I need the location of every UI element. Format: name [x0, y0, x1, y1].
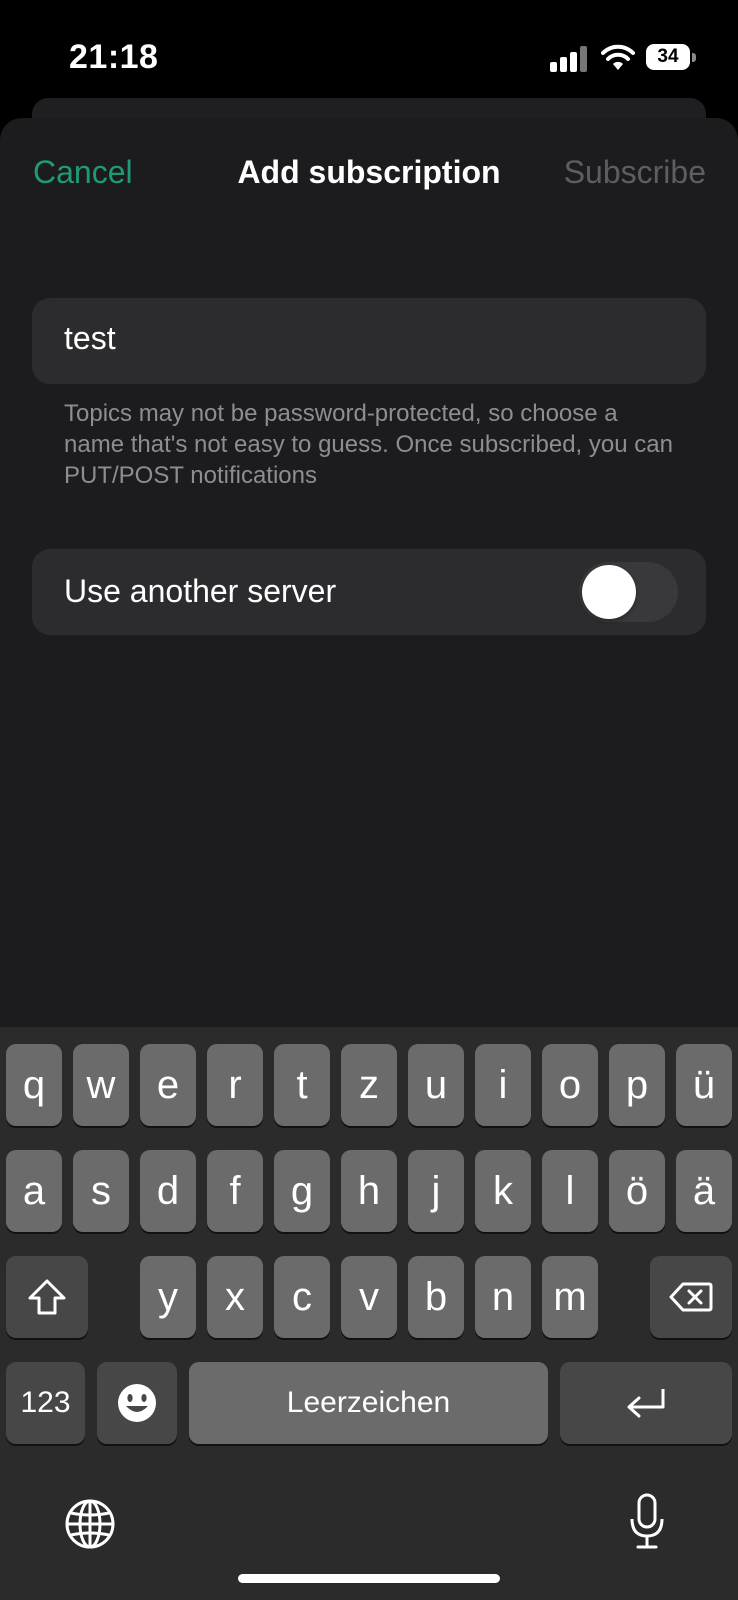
key-u-umlaut[interactable]: ü: [676, 1044, 732, 1126]
key-p[interactable]: p: [609, 1044, 665, 1126]
key-v[interactable]: v: [341, 1256, 397, 1338]
topic-input[interactable]: test: [32, 298, 706, 384]
emoji-key[interactable]: [97, 1362, 177, 1444]
microphone-icon[interactable]: [627, 1492, 667, 1552]
key-x[interactable]: x: [207, 1256, 263, 1338]
key-n[interactable]: n: [475, 1256, 531, 1338]
key-r[interactable]: r: [207, 1044, 263, 1126]
key-i[interactable]: i: [475, 1044, 531, 1126]
key-t[interactable]: t: [274, 1044, 330, 1126]
emoji-icon: [118, 1384, 156, 1422]
topic-hint-text: Topics may not be password-protected, so…: [64, 400, 673, 489]
key-l[interactable]: l: [542, 1150, 598, 1232]
key-o[interactable]: o: [542, 1044, 598, 1126]
key-z[interactable]: z: [341, 1044, 397, 1126]
globe-icon[interactable]: [64, 1498, 116, 1550]
use-another-server-label: Use another server: [64, 573, 337, 609]
status-bar: 21:18 34: [0, 0, 738, 110]
key-f[interactable]: f: [207, 1150, 263, 1232]
toggle-knob: [582, 565, 636, 619]
key-s[interactable]: s: [73, 1150, 129, 1232]
key-u[interactable]: u: [408, 1044, 464, 1126]
key-q[interactable]: q: [6, 1044, 62, 1126]
key-h[interactable]: h: [341, 1150, 397, 1232]
return-icon: [627, 1389, 665, 1418]
key-d[interactable]: d: [140, 1150, 196, 1232]
key-w[interactable]: w: [73, 1044, 129, 1126]
cellular-signal-icon: [550, 46, 590, 72]
key-a[interactable]: a: [6, 1150, 62, 1232]
key-b[interactable]: b: [408, 1256, 464, 1338]
numbers-key[interactable]: 123: [6, 1362, 85, 1444]
shift-key[interactable]: [6, 1256, 88, 1338]
status-time: 21:18: [69, 38, 159, 76]
key-o-umlaut[interactable]: ö: [609, 1150, 665, 1232]
key-c[interactable]: c: [274, 1256, 330, 1338]
wifi-icon: [601, 44, 635, 70]
key-a-umlaut[interactable]: ä: [676, 1150, 732, 1232]
key-k[interactable]: k: [475, 1150, 531, 1232]
topic-input-value: test: [64, 320, 116, 356]
key-e[interactable]: e: [140, 1044, 196, 1126]
home-indicator[interactable]: [238, 1574, 500, 1583]
battery-level: 34: [657, 46, 679, 67]
use-another-server-row[interactable]: Use another server: [32, 549, 706, 635]
key-g[interactable]: g: [274, 1150, 330, 1232]
keyboard: q w e r t z u i o p ü a s d f g h j k l …: [0, 1027, 738, 1600]
space-key[interactable]: Leerzeichen: [189, 1362, 548, 1444]
delete-key[interactable]: [650, 1256, 732, 1338]
return-key[interactable]: [560, 1362, 732, 1444]
battery-icon: 34: [646, 44, 696, 72]
delete-icon: [669, 1282, 713, 1312]
shift-icon: [28, 1279, 66, 1315]
key-j[interactable]: j: [408, 1150, 464, 1232]
key-y[interactable]: y: [140, 1256, 196, 1338]
subscribe-button[interactable]: Subscribe: [564, 154, 706, 191]
key-m[interactable]: m: [542, 1256, 598, 1338]
use-another-server-toggle[interactable]: [579, 562, 678, 622]
